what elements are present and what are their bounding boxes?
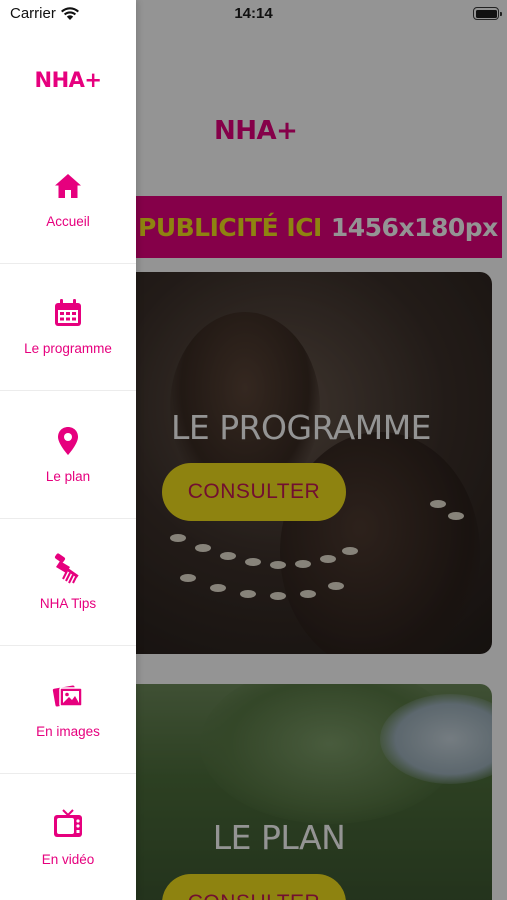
map-pin-icon — [58, 426, 78, 455]
menu-item-label: Le plan — [45, 468, 91, 484]
home-icon — [55, 173, 81, 198]
calendar-icon — [55, 299, 81, 327]
menu-item-accueil[interactable]: Accueil — [0, 136, 136, 264]
status-time: 14:14 — [234, 5, 273, 22]
status-bar: Carrier 14:14 — [0, 0, 507, 28]
menu-item-label: Le programme — [24, 341, 112, 357]
tv-icon — [54, 809, 82, 837]
menu-item-plan[interactable]: Le plan — [0, 391, 136, 519]
afro-comb-icon — [54, 553, 79, 584]
menu-item-label: En vidéo — [41, 851, 95, 867]
side-drawer: NHA+ Accueil Le programme Le plan NHA Ti… — [0, 0, 136, 900]
battery-icon — [473, 7, 502, 20]
drawer-logo: NHA+ — [34, 68, 103, 92]
menu-item-en-video[interactable]: En vidéo — [0, 774, 136, 900]
menu-item-en-images[interactable]: En images — [0, 646, 136, 774]
drawer-menu: Accueil Le programme Le plan NHA Tips En… — [0, 136, 136, 900]
menu-item-label: En images — [36, 723, 100, 739]
menu-item-label: NHA Tips — [39, 596, 97, 612]
menu-item-label: Accueil — [46, 213, 90, 229]
menu-item-programme[interactable]: Le programme — [0, 264, 136, 391]
menu-item-nha-tips[interactable]: NHA Tips — [0, 519, 136, 646]
photos-icon — [52, 685, 83, 707]
